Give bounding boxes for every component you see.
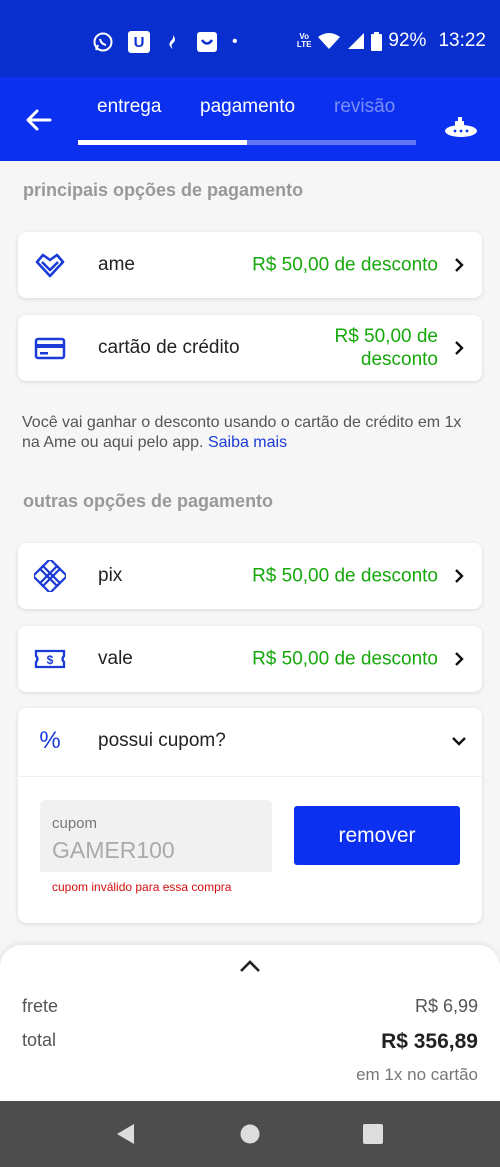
percent-icon: %: [39, 727, 61, 754]
chevron-right-icon: [455, 341, 464, 355]
back-arrow-icon[interactable]: [24, 105, 54, 135]
credit-card-icon: [34, 337, 66, 360]
option-discount: R$ 50,00 de desconto: [252, 565, 438, 587]
system-navigation-bar: [0, 1101, 500, 1167]
wifi-icon: [318, 33, 341, 49]
payment-option-pix[interactable]: pix R$ 50,00 de desconto: [18, 543, 482, 609]
u-app-icon: U: [128, 31, 150, 53]
main-options-title: principais opções de pagamento: [23, 180, 304, 200]
option-label: cartão de crédito: [98, 337, 240, 358]
tab-revisao[interactable]: revisão: [334, 96, 395, 118]
shipping-value: R$ 6,99: [414, 996, 478, 1016]
option-label: pix: [98, 565, 123, 586]
notification-icons: U •: [92, 31, 238, 53]
battery-icon: [371, 31, 383, 51]
option-discount: R$ 50,00 de desconto: [334, 325, 438, 371]
coupon-input-label: cupom: [52, 815, 98, 832]
chevron-right-icon: [455, 569, 464, 583]
voucher-icon: $: [34, 649, 66, 669]
learn-more-link[interactable]: Saiba mais: [208, 434, 287, 451]
coupon-toggle[interactable]: % possui cupom?: [18, 708, 482, 774]
checkout-header: entrega pagamento revisão: [0, 77, 500, 161]
smile-app-icon: [197, 32, 217, 52]
chevron-up-icon[interactable]: [238, 957, 262, 975]
chevron-right-icon: [455, 258, 464, 272]
total-label: total: [22, 1030, 57, 1050]
checkout-progress-fill: [78, 140, 247, 145]
coupon-card: % possui cupom? cupom GAMER100 cupom inv…: [18, 708, 482, 923]
other-options-title: outras opções de pagamento: [23, 491, 274, 511]
dot-icon: •: [232, 33, 238, 50]
divider: [18, 776, 482, 777]
submarino-logo-icon: [445, 117, 477, 137]
checkout-progress-bar: [78, 140, 416, 145]
chevron-right-icon: [455, 652, 464, 666]
option-discount: R$ 50,00 de desconto: [252, 254, 438, 276]
home-circle-icon[interactable]: [239, 1122, 261, 1146]
option-discount-line2: desconto: [360, 349, 438, 370]
battery-percent: 92%: [388, 30, 427, 51]
total-value: R$ 356,89: [381, 1030, 478, 1053]
remove-coupon-button[interactable]: remover: [294, 806, 460, 865]
status-bar: U • Vo LTE 92% 13:22: [0, 0, 500, 77]
total-row: total R$ 356,89: [22, 1030, 478, 1053]
order-summary: frete R$ 6,99 total R$ 356,89 em 1x no c…: [0, 945, 500, 1101]
chevron-down-icon: [452, 737, 466, 746]
signal-icon: [348, 33, 365, 49]
payment-option-voucher[interactable]: $ vale R$ 50,00 de desconto: [18, 626, 482, 692]
coupon-title: possui cupom?: [98, 730, 226, 751]
option-discount-line1: R$ 50,00 de: [334, 326, 438, 347]
whatsapp-icon: [93, 32, 113, 52]
tab-entrega[interactable]: entrega: [97, 96, 161, 118]
option-discount: R$ 50,00 de desconto: [252, 648, 438, 670]
recents-square-icon[interactable]: [362, 1122, 384, 1146]
pix-icon: [34, 560, 66, 592]
santander-icon: [169, 35, 175, 49]
option-label: vale: [98, 648, 133, 669]
shipping-row: frete R$ 6,99: [22, 996, 478, 1017]
coupon-input[interactable]: cupom GAMER100: [40, 800, 272, 872]
svg-text:$: $: [47, 653, 54, 667]
clock: 13:22: [438, 30, 486, 51]
shipping-label: frete: [22, 996, 59, 1016]
total-note: em 1x no cartão: [356, 1065, 478, 1084]
ame-heart-icon: [35, 253, 65, 278]
back-triangle-icon[interactable]: [114, 1122, 136, 1146]
tab-pagamento[interactable]: pagamento: [200, 96, 295, 118]
volte-icon: Vo LTE: [296, 32, 312, 49]
coupon-error-message: cupom inválido para essa compra: [52, 880, 232, 894]
payment-option-credit-card[interactable]: cartão de crédito R$ 50,00 de desconto: [18, 315, 482, 381]
option-label: ame: [98, 254, 135, 275]
discount-note: Você vai ganhar o desconto usando o cart…: [22, 413, 462, 453]
system-indicators: Vo LTE 92% 13:22: [297, 30, 486, 52]
payment-option-ame[interactable]: ame R$ 50,00 de desconto: [18, 232, 482, 298]
coupon-input-value: GAMER100: [52, 837, 175, 863]
